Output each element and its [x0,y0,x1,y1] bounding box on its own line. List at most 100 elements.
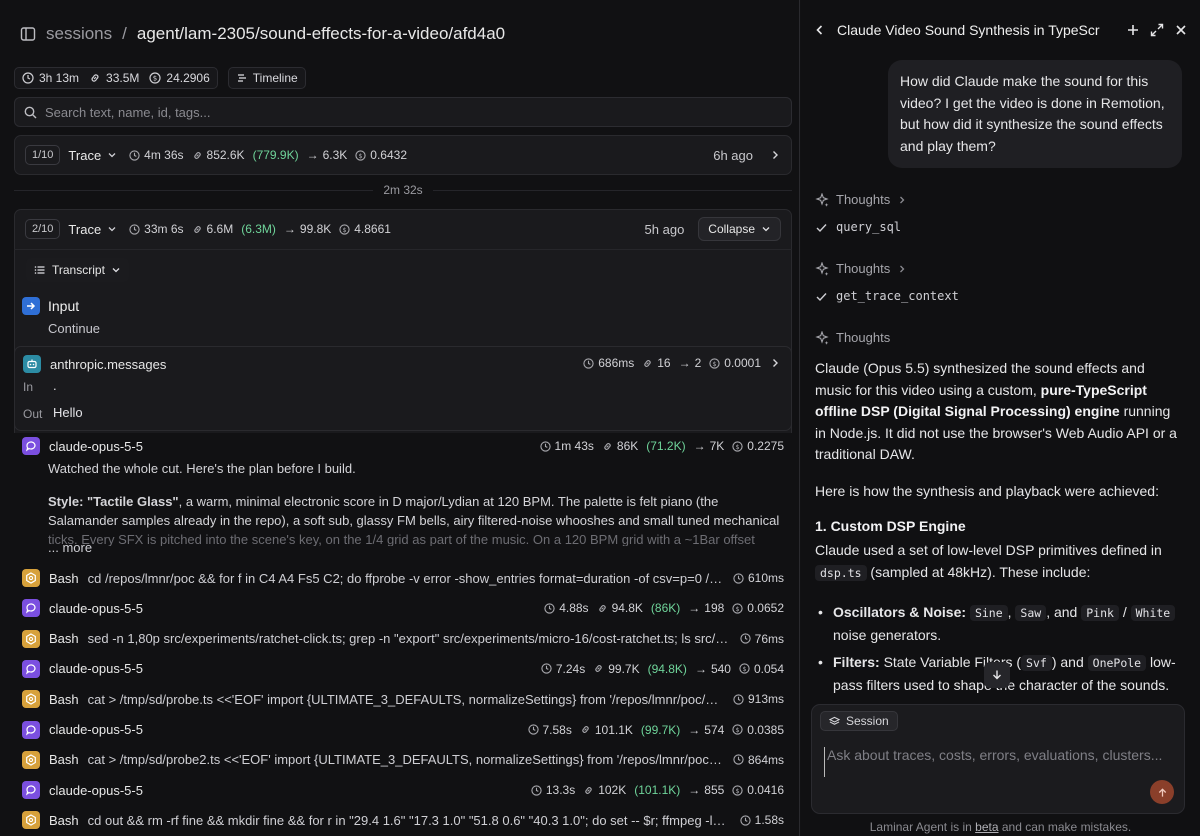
chat-icon [22,781,40,800]
breadcrumb: sessions / agent/lam-2305/sound-effects-… [20,20,505,48]
bash-tool-row[interactable]: Bash cd out && rm -rf fine && mkdir fine … [14,805,792,835]
chevron-down-icon[interactable] [107,150,117,160]
layers-icon [829,716,840,725]
trace-title[interactable]: Trace [68,222,117,237]
message-duration: 7.58s [527,723,572,737]
arrow-right-icon [22,297,40,315]
collapse-button[interactable]: Collapse [698,217,781,241]
thoughts-label: Thoughts [836,261,891,276]
link-icon [598,604,606,612]
timeline-button[interactable]: Timeline [227,67,306,89]
tool-call-item[interactable]: get_trace_context [815,289,959,303]
chevron-right-icon[interactable] [769,357,781,369]
tool-stats: 610ms [733,571,784,585]
tool-duration-value: 864ms [747,752,784,767]
tool-duration-value: 76ms [754,631,784,646]
span-in-label: In [23,380,34,394]
bullet-text: , and [1046,604,1078,620]
disclaimer-end: and can make mistakes. [998,820,1132,834]
message-cached-tokens: (71.2K) [646,439,686,453]
dollar-icon: $ [355,149,366,161]
message-faded-text: ticks. Every SFX is pitched into the sce… [48,532,755,546]
message-tokens-value: 101.1K [594,722,633,737]
trace-tokens-value: 6.6M [206,222,234,236]
chat-icon [22,437,40,455]
session-context-chip[interactable]: Session [820,711,898,731]
llm-message-row[interactable]: claude-opus-5-5 7.58s 101.1K (99.7K) → 574 $0.… [14,715,792,745]
tool-stats: 864ms [733,753,784,767]
thoughts-toggle[interactable]: Thoughts [815,192,907,207]
llm-message-row[interactable]: claude-opus-5-5 7.24s 99.7K (94.8K) → 540 $0.0… [14,654,792,684]
thoughts-toggle[interactable]: Thoughts [815,330,890,345]
svg-text:$: $ [736,605,740,613]
dollar-icon: $ [739,663,750,675]
trace-gap: 2m 32s [14,181,793,199]
transcript-bar: Transcript [14,249,792,289]
arrow-right-icon: → [688,722,701,737]
answer-bullet-item: Oscillators & Noise: Sine, Saw, and Pink… [815,602,1181,646]
link-icon [193,151,201,159]
clock-icon [539,440,551,452]
arrow-right-icon: → [694,661,707,676]
chat-icon [22,659,40,678]
trace-duration: 33m 6s [129,222,184,236]
tool-call-item[interactable]: query_sql [815,220,901,234]
trace-card[interactable]: 1/10 Trace 4m 36s 852.6K (779.9K) → 6.3K … [14,135,792,175]
trace-duration-value: 33m 6s [144,222,184,236]
llm-message-row[interactable]: claude-opus-5-5 13.3s 102K (101.1K) → 855 $0.0… [14,775,792,805]
close-icon[interactable] [1174,23,1188,37]
send-button[interactable] [1150,780,1174,804]
span-cost: $0.0001 [709,356,761,370]
llm-message-row[interactable]: claude-opus-5-5 4.88s 94.8K (86K) → 198 $0.065… [14,593,792,623]
search-input[interactable] [45,104,782,120]
bash-tool-row[interactable]: Bash sed -n 1,80p src/experiments/ratchet… [14,624,792,654]
message-output-value: 198 [704,601,725,616]
tool-command: cat > /tmp/sd/probe2.ts <<'EOF' import {… [87,752,724,768]
tool-duration-value: 1.58s [754,813,784,828]
message-cached-tokens: (94.8K) [647,661,687,676]
expand-icon[interactable] [1150,23,1164,37]
llm-message-row[interactable]: claude-opus-5-5 1m 43s 86K (71.2K) → 7K $… [14,431,792,461]
plus-icon[interactable] [1126,23,1140,37]
chevron-right-icon [897,264,907,274]
bash-tool-row[interactable]: Bash cd /repos/lmnr/poc && for f in C4 A4… [14,563,792,593]
arrow-right-icon: → [306,148,319,162]
bash-tool-row[interactable]: Bash cat > /tmp/sd/probe.ts <<'EOF' impor… [14,684,792,714]
trace-header[interactable]: 1/10 Trace 4m 36s 852.6K (779.9K) → 6.3K … [15,136,791,174]
breadcrumb-sessions-link[interactable]: sessions [46,24,112,44]
chevron-down-icon[interactable] [107,224,117,234]
trace-title[interactable]: Trace [68,148,117,163]
message-output-value: 7K [709,439,725,453]
tool-duration: 864ms [733,753,784,767]
thoughts-toggle[interactable]: Thoughts [815,261,907,276]
llm-span-card[interactable]: anthropic.messages 686ms 16 → 2 $0.0001 I… [14,346,792,431]
transcript-dropdown[interactable]: Transcript [26,257,129,282]
message-tokens-value: 94.8K [611,601,643,616]
beta-link[interactable]: beta [975,820,998,834]
span-duration: 686ms [583,356,634,370]
message-output-tokens: → 574 [688,723,724,737]
clock-icon [733,694,744,705]
scroll-to-bottom-button[interactable] [984,662,1010,688]
back-chevron-icon[interactable] [813,23,827,37]
clock-icon [541,663,552,675]
clock-icon [740,815,751,826]
bullet-label: Filters: [833,654,880,670]
hexagon-tool-icon [22,690,40,709]
show-more-link[interactable]: ... more [48,540,92,555]
span-out-value: Hello [53,405,83,420]
trace-header[interactable]: 2/10 Trace 33m 6s 6.6M (6.3M) → 99.8K $4.… [15,210,791,248]
chat-input[interactable] [824,747,1164,777]
trace-time-ago: 5h ago [644,221,685,237]
trace-gap-duration: 2m 32s [383,183,423,197]
link-icon [644,359,651,367]
input-span[interactable]: Input Continue [14,290,792,342]
message-model-name: claude-opus-5-5 [49,438,143,454]
bash-tool-row[interactable]: Bash cat > /tmp/sd/probe2.ts <<'EOF' impo… [14,745,792,775]
agent-header: Claude Video Sound Synthesis in TypeScr [801,14,1200,46]
chat-composer: Session [811,704,1185,814]
chevron-right-icon[interactable] [769,149,781,161]
trace-cached-tokens: (6.3M) [241,222,276,236]
trace-label: Trace [68,147,102,163]
sidebar-toggle-icon[interactable] [20,26,36,42]
